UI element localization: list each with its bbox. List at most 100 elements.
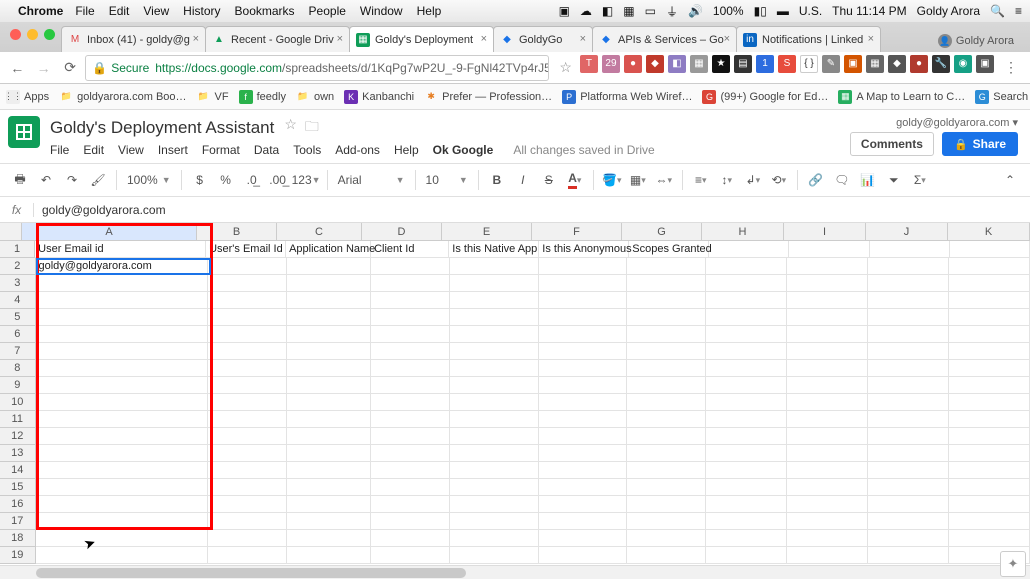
wrap-icon[interactable]: ↲▾	[741, 168, 765, 192]
row-header-7[interactable]: 7	[0, 343, 36, 360]
bookmark-feedly[interactable]: ffeedly	[239, 90, 286, 104]
cell-G12[interactable]	[627, 428, 706, 445]
cell-G2[interactable]	[627, 258, 706, 275]
cell-G8[interactable]	[627, 360, 706, 377]
browser-tab[interactable]: in Notifications | Linked ×	[736, 26, 881, 52]
cell-E6[interactable]	[450, 326, 539, 343]
cell-H11[interactable]	[706, 411, 787, 428]
cell-B19[interactable]	[208, 547, 287, 564]
ext-icon[interactable]: ▤	[734, 55, 752, 73]
cell-I19[interactable]	[787, 547, 868, 564]
maximize-window-button[interactable]	[44, 29, 55, 40]
cell-A5[interactable]	[36, 309, 209, 326]
cell-E7[interactable]	[450, 343, 539, 360]
ext-icon[interactable]: T	[580, 55, 598, 73]
cell-C12[interactable]	[287, 428, 371, 445]
cell-D2[interactable]	[371, 258, 450, 275]
minimize-window-button[interactable]	[27, 29, 38, 40]
cell-D6[interactable]	[371, 326, 450, 343]
cell-K3[interactable]	[949, 275, 1030, 292]
cell-E12[interactable]	[450, 428, 539, 445]
status-icon[interactable]: ▣	[559, 4, 570, 18]
col-header-F[interactable]: F	[532, 223, 622, 240]
ext-icon[interactable]: ◆	[646, 55, 664, 73]
cell-E11[interactable]	[450, 411, 539, 428]
cell-A6[interactable]	[36, 326, 209, 343]
mac-menu-window[interactable]: Window	[360, 4, 403, 18]
cell-F2[interactable]	[539, 258, 628, 275]
input-lang[interactable]: U.S.	[799, 4, 822, 18]
chart-icon[interactable]: 📊	[856, 168, 880, 192]
cell-A13[interactable]	[36, 445, 209, 462]
sheets-menu-edit[interactable]: Edit	[83, 143, 104, 157]
cell-A11[interactable]	[36, 411, 209, 428]
row-header-1[interactable]: 1	[0, 241, 35, 258]
cell-I16[interactable]	[787, 496, 868, 513]
bookmark-folder[interactable]: 📁goldyarora.com Boo…	[59, 90, 186, 104]
cell-I15[interactable]	[787, 479, 868, 496]
tab-close-icon[interactable]: ×	[580, 33, 586, 45]
row-header-16[interactable]: 16	[0, 496, 36, 513]
fill-color-icon[interactable]: 🪣▾	[600, 168, 624, 192]
cell-H3[interactable]	[706, 275, 787, 292]
bookmark-search[interactable]: GSearch results for 'to…	[975, 90, 1030, 104]
cell-H5[interactable]	[706, 309, 787, 326]
omnibox[interactable]: 🔒 Secure https://docs.google.com /spread…	[85, 55, 549, 81]
font-select[interactable]: Arial▼	[334, 173, 409, 187]
cloud-icon[interactable]: ☁	[580, 4, 592, 18]
cell-A12[interactable]	[36, 428, 209, 445]
cell-J18[interactable]	[868, 530, 949, 547]
browser-tab[interactable]: ◆ GoldyGo ×	[493, 26, 593, 52]
cell-J16[interactable]	[868, 496, 949, 513]
cell-A16[interactable]	[36, 496, 209, 513]
forward-button[interactable]: →	[32, 55, 54, 81]
cell-I3[interactable]	[787, 275, 868, 292]
row-header-3[interactable]: 3	[0, 275, 36, 292]
cell-F7[interactable]	[539, 343, 628, 360]
notifications-icon[interactable]: ≡	[1015, 4, 1022, 18]
cell-F14[interactable]	[539, 462, 628, 479]
cell-G6[interactable]	[627, 326, 706, 343]
cell-G7[interactable]	[627, 343, 706, 360]
cell-C14[interactable]	[287, 462, 371, 479]
explore-button[interactable]: ✦	[1000, 551, 1026, 577]
cell-J9[interactable]	[868, 377, 949, 394]
tab-close-icon[interactable]: ×	[868, 33, 874, 45]
cell-K16[interactable]	[949, 496, 1030, 513]
ext-icon[interactable]: ●	[624, 55, 642, 73]
cell-H9[interactable]	[706, 377, 787, 394]
cell-D3[interactable]	[371, 275, 450, 292]
cell-I4[interactable]	[787, 292, 868, 309]
italic-icon[interactable]: I	[511, 168, 535, 192]
bookmark-apps[interactable]: ⋮⋮Apps	[6, 90, 49, 104]
cell-C1[interactable]: Application Name	[286, 241, 371, 258]
cell-K17[interactable]	[949, 513, 1030, 530]
row-header-11[interactable]: 11	[0, 411, 36, 428]
cell-H15[interactable]	[706, 479, 787, 496]
row-header-14[interactable]: 14	[0, 462, 36, 479]
cell-I10[interactable]	[787, 394, 868, 411]
cell-B7[interactable]	[208, 343, 287, 360]
cell-G10[interactable]	[627, 394, 706, 411]
formula-value[interactable]: goldy@goldyarora.com	[34, 203, 166, 217]
ext-icon[interactable]: S	[778, 55, 796, 73]
sheets-menu-format[interactable]: Format	[202, 143, 240, 157]
cell-I14[interactable]	[787, 462, 868, 479]
cell-A18[interactable]	[36, 530, 209, 547]
cell-G5[interactable]	[627, 309, 706, 326]
cell-I17[interactable]	[787, 513, 868, 530]
cell-D19[interactable]	[371, 547, 450, 564]
cell-J4[interactable]	[868, 292, 949, 309]
star-doc-icon[interactable]: ☆	[284, 116, 297, 140]
cell-F6[interactable]	[539, 326, 628, 343]
cell-H13[interactable]	[706, 445, 787, 462]
cell-G1[interactable]: Scopes Granted	[629, 241, 709, 258]
tab-close-icon[interactable]: ×	[337, 33, 343, 45]
cell-I11[interactable]	[787, 411, 868, 428]
sheets-menu-addons[interactable]: Add-ons	[335, 143, 380, 157]
cell-G9[interactable]	[627, 377, 706, 394]
cell-H12[interactable]	[706, 428, 787, 445]
tab-close-icon[interactable]: ×	[193, 33, 199, 45]
cell-C15[interactable]	[287, 479, 371, 496]
cell-B5[interactable]	[208, 309, 287, 326]
